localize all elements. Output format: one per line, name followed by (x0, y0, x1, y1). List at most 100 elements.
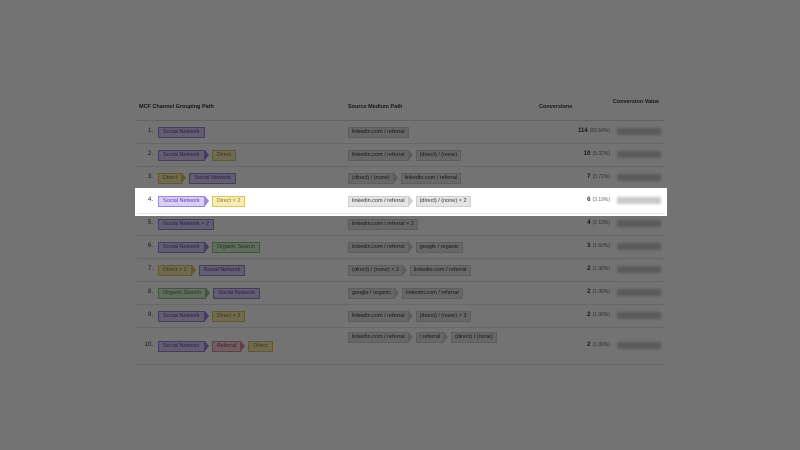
header-conversions[interactable]: Conversions (539, 104, 572, 110)
source-medium-chip: / referral (415, 332, 449, 343)
channel-tag: Direct × 2 (211, 196, 246, 207)
channel-tag: Direct × 2 (158, 265, 196, 276)
table-row[interactable]: 8. Organic Search Social Network google / o… (137, 282, 665, 305)
conversions-count: 10 (583, 151, 591, 157)
conversions-count: 2 (587, 312, 591, 318)
mcf-path: Social Network Organic Search (158, 242, 260, 253)
source-medium-path: (direct) / (none) × 2 linkedin.com / refe… (348, 265, 528, 276)
source-medium-chip: linkedin.com / referral × 2 (348, 219, 418, 230)
header-mcf[interactable]: MCF Channel Grouping Path (139, 104, 214, 110)
channel-tag: Social Network (158, 127, 205, 138)
channel-tag: Referral (211, 341, 245, 352)
conversions-cell: 2 (1.06%) (587, 266, 610, 272)
row-number: 6. (147, 243, 153, 249)
source-medium-path: linkedin.com / referral(direct) / (none)… (348, 196, 528, 207)
source-medium-chip: linkedin.com / referral (348, 332, 413, 343)
channel-tag: Direct (158, 173, 187, 184)
channel-tag: Social Network (158, 341, 209, 352)
conversions-cell: 2 (1.06%) (587, 289, 610, 295)
channel-tag: Organic Search (211, 242, 260, 253)
conversions-cell: 7 (3.72%) (587, 174, 610, 180)
conversion-value-redacted (617, 220, 661, 227)
conversion-value-redacted (617, 289, 661, 296)
conversion-value-redacted (617, 312, 661, 319)
table-row[interactable]: 2. Social Network Direct linkedin.com / ref… (137, 144, 665, 167)
mcf-table: MCF Channel Grouping Path Source Medium … (137, 98, 665, 365)
conversions-percent: (1.06%) (592, 342, 610, 348)
row-number: 10. (144, 342, 153, 348)
conversions-count: 3 (587, 243, 591, 249)
row-number: 2. (147, 151, 153, 157)
source-medium-chip: linkedin.com / referral (348, 150, 413, 161)
conversions-count: 7 (587, 174, 591, 180)
source-medium-path: linkedin.com / referral / referral (direct… (348, 332, 528, 343)
row-number: 9. (147, 312, 153, 318)
conversions-percent: (1.60%) (592, 243, 610, 249)
conversions-percent: (60.64%) (589, 128, 610, 134)
conversions-cell: 3 (1.60%) (587, 243, 610, 249)
channel-tag: Social Network (189, 173, 237, 184)
channel-tag: Social Network × 2 (158, 219, 215, 230)
conversions-percent: (1.06%) (592, 266, 610, 272)
source-medium-chip: (direct) / (none) (451, 332, 497, 343)
source-medium-path: linkedin.com / referral(direct) / (none)… (348, 311, 528, 322)
channel-tag: Social Network (158, 196, 209, 207)
source-medium-path: google / organic linkedin.com / referral (348, 288, 528, 299)
table-header: MCF Channel Grouping Path Source Medium … (137, 98, 665, 121)
source-medium-chip: (direct) / (none) × 3 (415, 311, 471, 322)
mcf-path: Social Network × 2 (158, 219, 215, 230)
table-row[interactable]: 1. Social Network linkedin.com / referral 1… (137, 121, 665, 144)
source-medium-path: (direct) / (none) linkedin.com / referral (348, 173, 528, 184)
source-medium-chip: linkedin.com / referral (348, 127, 409, 138)
source-medium-chip: linkedin.com / referral (402, 288, 463, 299)
source-medium-path: linkedin.com / referral × 2 (348, 219, 528, 230)
source-medium-path: linkedin.com / referral (348, 127, 528, 138)
conversions-cell: 6(3.19%) (587, 197, 610, 203)
table-row[interactable]: 10. Social Network Referral Direct linkedin.… (137, 328, 665, 365)
conversions-percent: (3.19%) (592, 197, 610, 203)
mcf-path: Social NetworkDirect × 2 (158, 196, 246, 207)
table-row[interactable]: 5. Social Network × 2 linkedin.com / refer… (137, 213, 665, 236)
mcf-path: Social Network Referral Direct (158, 341, 273, 352)
channel-tag: Social Network (158, 311, 209, 322)
channel-tag: Social Network (158, 150, 209, 161)
header-smp[interactable]: Source Medium Path (348, 104, 402, 110)
conversions-count: 2 (587, 289, 591, 295)
conversions-cell: 2 (1.06%) (587, 312, 610, 318)
row-number: 1. (147, 128, 153, 134)
conversions-count: 114 (578, 128, 588, 134)
source-medium-chip: linkedin.com / referral (348, 311, 413, 322)
source-medium-chip: google / organic (348, 288, 400, 299)
header-conversion-value[interactable]: Conversion Value (611, 99, 661, 105)
conversions-percent: (1.06%) (592, 312, 610, 318)
highlighted-row[interactable]: 4. Social Network Direct × 2 linkedin.com /… (137, 190, 665, 214)
channel-tag: Organic Search (158, 288, 211, 299)
conversion-value-redacted (617, 151, 661, 158)
conversions-percent: (1.06%) (592, 289, 610, 295)
row-number: 3. (147, 174, 153, 180)
source-medium-chip: linkedin.com / referral (348, 196, 413, 207)
mcf-path: Social NetworkDirect × 2 (158, 311, 246, 322)
channel-tag: Social Network (213, 288, 260, 299)
conversions-cell: 114 (60.64%) (578, 128, 610, 134)
conversions-count: 4 (587, 220, 591, 226)
mcf-path: Direct × 2 Social Network (158, 265, 246, 276)
source-medium-chip: (direct) / (none) (348, 173, 398, 184)
conversions-percent: (5.32%) (592, 151, 610, 157)
table-row[interactable]: 7. Direct × 2 Social Network (direct) / (no… (137, 259, 665, 282)
conversions-cell: 2 (1.06%) (587, 342, 610, 348)
table-row[interactable]: 6. Social Network Organic Search linkedin.c… (137, 236, 665, 259)
conversion-value-redacted (617, 174, 661, 181)
table-row[interactable]: 3. Direct Social Network (direct) / (none) l… (137, 167, 665, 190)
source-medium-chip: (direct) / (none) (415, 150, 462, 161)
source-medium-path: linkedin.com / referral google / organic (348, 242, 528, 253)
conversion-value-redacted (617, 197, 661, 204)
conversion-value-redacted (617, 342, 661, 349)
conversions-percent: (2.13%) (592, 220, 610, 226)
conversion-value-redacted (617, 243, 661, 250)
table-body: 1. Social Network linkedin.com / referral 1… (137, 121, 665, 365)
mcf-path: Social Network Direct (158, 150, 237, 161)
row-number: 7. (147, 266, 153, 272)
table-row[interactable]: 9. Social Network Direct × 2 linkedin.com /… (137, 305, 665, 328)
conversions-cell: 10 (5.32%) (584, 151, 610, 157)
